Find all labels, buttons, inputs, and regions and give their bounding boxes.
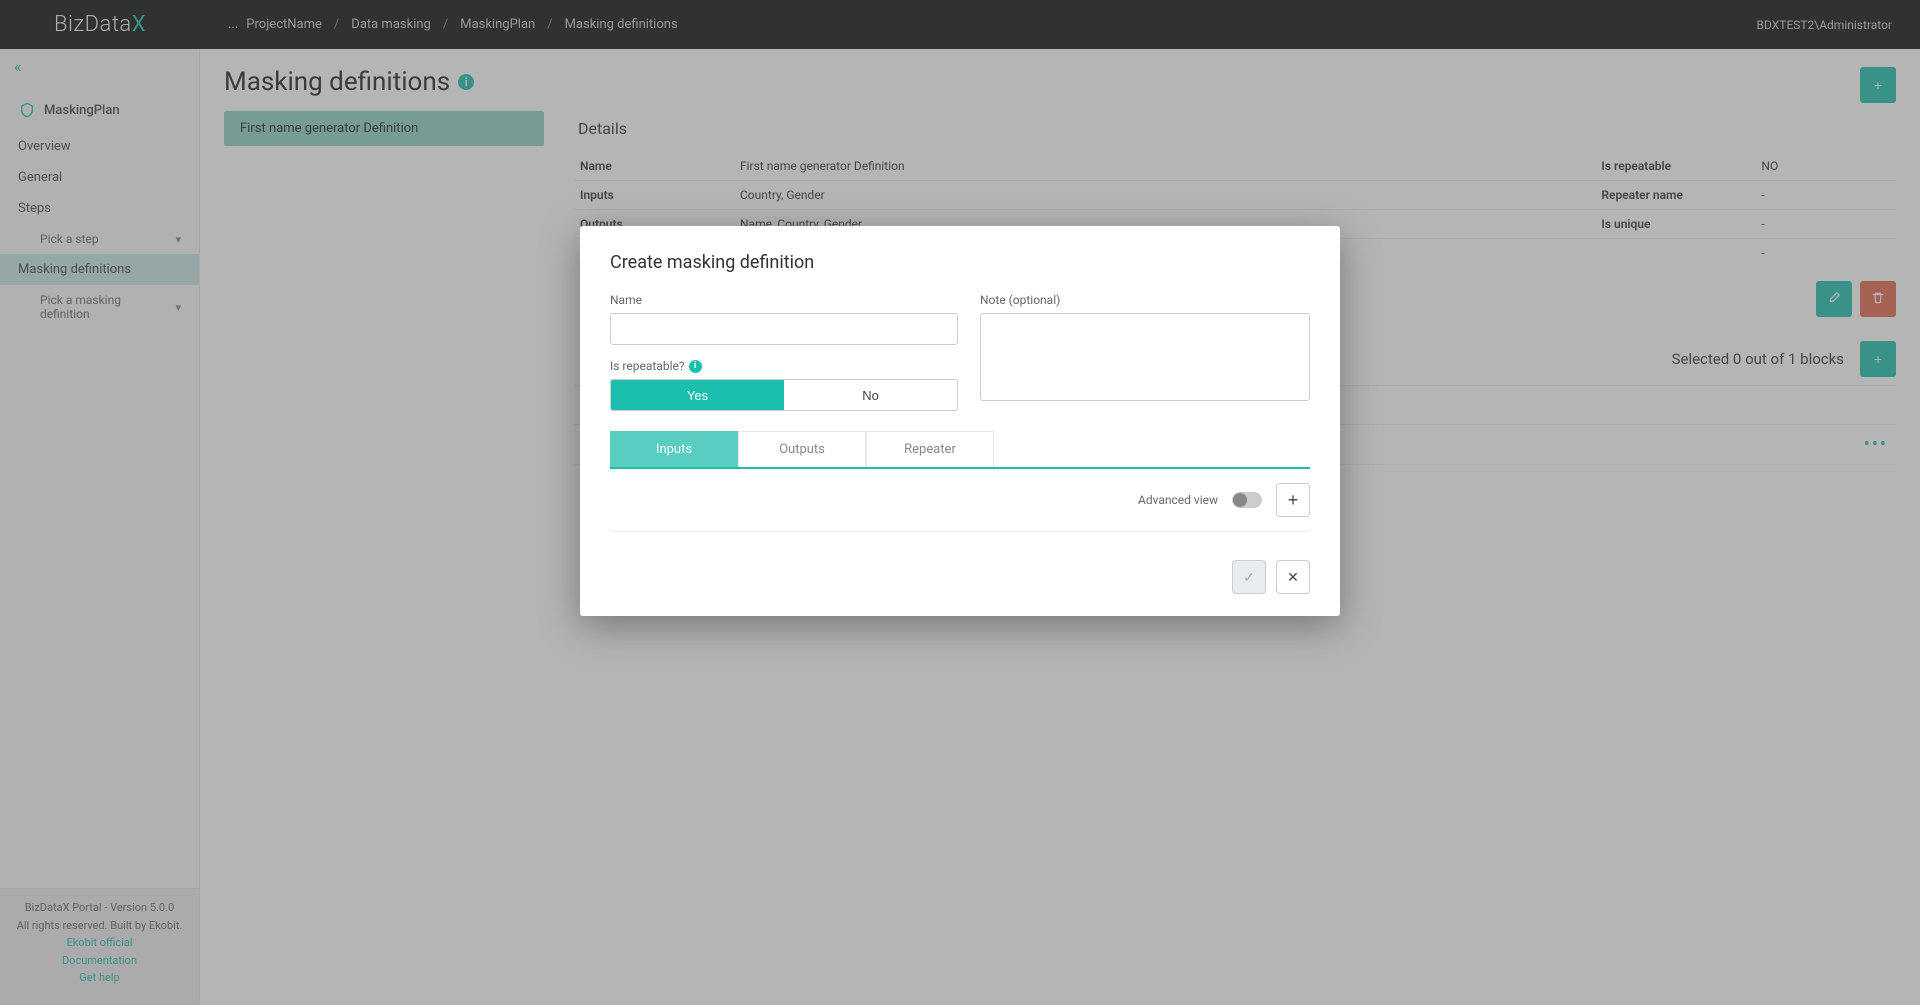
tab-outputs[interactable]: Outputs — [738, 431, 866, 467]
tab-inputs[interactable]: Inputs — [610, 431, 738, 467]
is-repeatable-no-button[interactable]: No — [784, 380, 957, 410]
tab-repeater[interactable]: Repeater — [866, 431, 994, 467]
plus-icon: + — [1288, 490, 1299, 511]
info-icon[interactable]: i — [689, 360, 702, 373]
close-icon: ✕ — [1287, 569, 1299, 586]
advanced-view-toggle[interactable] — [1232, 492, 1262, 508]
add-input-button[interactable]: + — [1276, 483, 1310, 517]
note-textarea[interactable] — [980, 313, 1310, 401]
is-repeatable-label-text: Is repeatable? — [610, 359, 685, 373]
is-repeatable-yes-button[interactable]: Yes — [611, 380, 784, 410]
name-input[interactable] — [610, 313, 958, 345]
check-icon: ✓ — [1243, 569, 1255, 586]
modal-tabs: Inputs Outputs Repeater — [610, 431, 1310, 469]
note-label: Note (optional) — [980, 293, 1310, 307]
is-repeatable-toggle: Yes No — [610, 379, 958, 411]
is-repeatable-label: Is repeatable? i — [610, 359, 958, 373]
modal-title: Create masking definition — [610, 252, 1310, 273]
create-masking-definition-modal: Create masking definition Name Is repeat… — [580, 226, 1340, 616]
modal-overlay[interactable]: Create masking definition Name Is repeat… — [0, 0, 1920, 1005]
advanced-view-label: Advanced view — [1138, 493, 1218, 507]
name-label: Name — [610, 293, 958, 307]
confirm-button[interactable]: ✓ — [1232, 560, 1266, 594]
cancel-button[interactable]: ✕ — [1276, 560, 1310, 594]
